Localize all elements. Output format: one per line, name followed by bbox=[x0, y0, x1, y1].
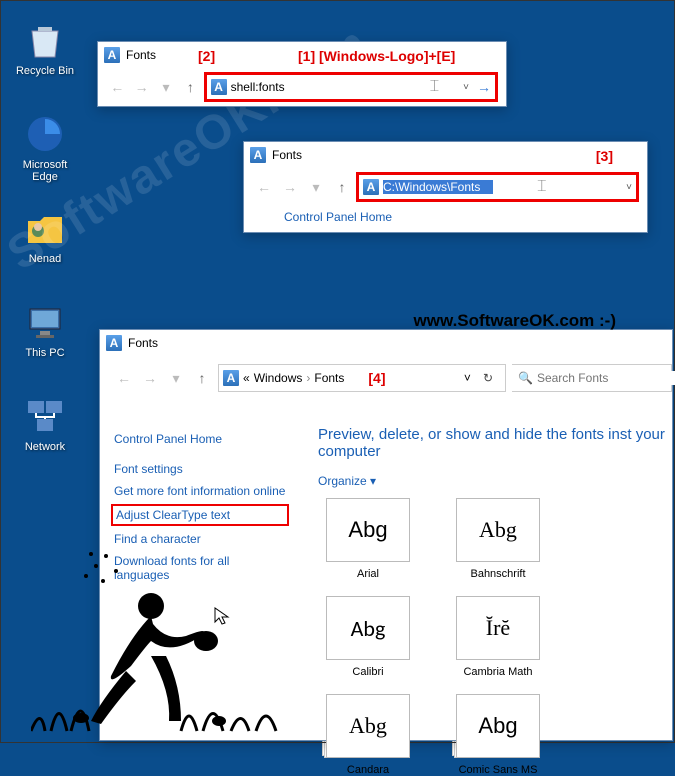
breadcrumb[interactable]: A « Windows › Fonts [4] ˅ ↻ bbox=[218, 364, 506, 392]
chevron-down-icon[interactable]: ˅ bbox=[463, 82, 469, 93]
breadcrumb-seg-windows[interactable]: Windows bbox=[254, 371, 303, 385]
font-name-label: Bahnschrift bbox=[448, 568, 548, 580]
nav-forward-button[interactable]: → bbox=[280, 179, 300, 195]
font-name-label: Comic Sans MS bbox=[448, 764, 548, 776]
organize-menu[interactable]: Organize ▾ bbox=[318, 474, 672, 488]
desktop-icon-recycle-bin[interactable]: Recycle Bin bbox=[9, 19, 81, 77]
fonts-a-icon: A bbox=[363, 179, 379, 195]
recycle-bin-icon bbox=[24, 19, 66, 61]
desktop-icon-network[interactable]: Network bbox=[9, 395, 81, 453]
nav-back-button[interactable]: ← bbox=[108, 79, 126, 95]
desktop-icon-label: Recycle Bin bbox=[9, 65, 81, 77]
font-thumbnail: Abg bbox=[326, 596, 410, 660]
font-name-label: Cambria Math bbox=[448, 666, 548, 678]
text-cursor-icon: ⌶ bbox=[537, 178, 547, 196]
desktop-icon-nenad[interactable]: Nenad bbox=[9, 207, 81, 265]
explorer-window-1: A Fonts [2] [1] [Windows-Logo]+[E] ← → ▾… bbox=[97, 41, 507, 107]
titlebar[interactable]: A Fonts bbox=[100, 330, 672, 356]
text-cursor-icon: ⌶ bbox=[430, 78, 440, 96]
nav-back-button[interactable]: ← bbox=[254, 179, 274, 195]
decorative-silhouette bbox=[31, 546, 291, 741]
window-title: Fonts bbox=[126, 48, 156, 62]
desktop-icon-label: Network bbox=[9, 441, 81, 453]
annotation-1: [1] [Windows-Logo]+[E] bbox=[298, 48, 455, 64]
desktop-icon-label: Nenad bbox=[9, 253, 81, 265]
user-folder-icon bbox=[24, 207, 66, 249]
nav-recent-button[interactable]: ▾ bbox=[157, 79, 175, 96]
nav-back-button[interactable]: ← bbox=[114, 370, 134, 386]
fonts-a-icon: A bbox=[223, 370, 239, 386]
go-arrow-icon[interactable]: → bbox=[477, 79, 491, 95]
desktop-icon-label: Microsoft Edge bbox=[9, 159, 81, 183]
search-input[interactable] bbox=[537, 371, 675, 385]
desktop-icon-label: This PC bbox=[9, 347, 81, 359]
desktop-icon-microsoft-edge[interactable]: Microsoft Edge bbox=[9, 113, 81, 183]
sidebar-link-adjust-cleartype-text[interactable]: Adjust ClearType text bbox=[111, 504, 289, 526]
window-title: Fonts bbox=[128, 336, 158, 350]
annotation-2: [2] bbox=[198, 48, 215, 64]
nav-forward-button[interactable]: → bbox=[132, 79, 150, 95]
font-item-calibri[interactable]: Abg Calibri bbox=[318, 596, 418, 678]
desktop-icon-this-pc[interactable]: This PC bbox=[9, 301, 81, 359]
explorer-window-2: A Fonts [3] ← → ▾ ↑ A ⌶ ˅ Control Panel … bbox=[243, 141, 648, 233]
font-item-comic-sans-ms[interactable]: Abg Comic Sans MS bbox=[448, 694, 548, 776]
content-pane: Preview, delete, or show and hide the fo… bbox=[310, 420, 672, 740]
search-box[interactable]: 🔍 bbox=[512, 364, 672, 392]
chevron-right-icon: › bbox=[306, 371, 310, 385]
edge-icon bbox=[24, 113, 66, 155]
fonts-folder-icon: A bbox=[104, 47, 120, 63]
titlebar[interactable]: A Fonts bbox=[244, 142, 647, 168]
this-pc-icon bbox=[24, 301, 66, 343]
control-panel-home-link[interactable]: Control Panel Home bbox=[114, 432, 286, 446]
address-input[interactable] bbox=[383, 180, 493, 194]
annotation-3: [3] bbox=[596, 148, 613, 164]
nav-up-button[interactable]: ↑ bbox=[192, 370, 212, 386]
nav-recent-button[interactable]: ▾ bbox=[306, 179, 326, 196]
font-item-cambria-math[interactable]: Ĭrĕ Cambria Math bbox=[448, 596, 548, 678]
breadcrumb-root[interactable]: « bbox=[243, 371, 250, 385]
chevron-down-icon[interactable]: ˅ bbox=[626, 182, 632, 193]
chevron-down-icon[interactable]: ˅ bbox=[464, 371, 471, 385]
address-bar[interactable]: A ⌶ ˅ bbox=[358, 174, 637, 200]
nav-up-button[interactable]: ↑ bbox=[332, 179, 352, 195]
annotation-4: [4] bbox=[368, 370, 385, 386]
breadcrumb-seg-fonts[interactable]: Fonts bbox=[314, 371, 344, 385]
softwareok-caption: www.SoftwareOK.com :-) bbox=[414, 311, 616, 331]
window-title: Fonts bbox=[272, 148, 302, 162]
sidebar-link-font-settings[interactable]: Font settings bbox=[114, 458, 286, 480]
fonts-a-icon: A bbox=[211, 79, 227, 95]
control-panel-home-link[interactable]: Control Panel Home bbox=[244, 206, 647, 232]
nav-forward-button[interactable]: → bbox=[140, 370, 160, 386]
nav-up-button[interactable]: ↑ bbox=[181, 79, 199, 95]
fonts-folder-icon: A bbox=[106, 335, 122, 351]
font-thumbnail: Abg bbox=[456, 694, 540, 758]
font-thumbnail: Abg bbox=[456, 498, 540, 562]
font-thumbnail: Abg bbox=[326, 694, 410, 758]
font-thumbnail: Ĭrĕ bbox=[456, 596, 540, 660]
address-bar[interactable]: A ⌶ ˅ → bbox=[206, 74, 496, 100]
address-input[interactable] bbox=[231, 80, 386, 94]
font-thumbnail: Abg bbox=[326, 498, 410, 562]
font-item-arial[interactable]: Abg Arial bbox=[318, 498, 418, 580]
font-name-label: Calibri bbox=[318, 666, 418, 678]
refresh-button[interactable]: ↻ bbox=[475, 371, 501, 385]
sidebar-link-get-more-font-information-online[interactable]: Get more font information online bbox=[114, 480, 286, 502]
search-icon: 🔍 bbox=[518, 371, 533, 385]
nav-recent-button[interactable]: ▾ bbox=[166, 370, 186, 387]
font-item-candara[interactable]: Abg Candara bbox=[318, 694, 418, 776]
network-icon bbox=[24, 395, 66, 437]
fonts-folder-icon: A bbox=[250, 147, 266, 163]
font-name-label: Arial bbox=[318, 568, 418, 580]
font-item-bahnschrift[interactable]: Abg Bahnschrift bbox=[448, 498, 548, 580]
content-headline: Preview, delete, or show and hide the fo… bbox=[318, 426, 672, 460]
font-name-label: Candara bbox=[318, 764, 418, 776]
